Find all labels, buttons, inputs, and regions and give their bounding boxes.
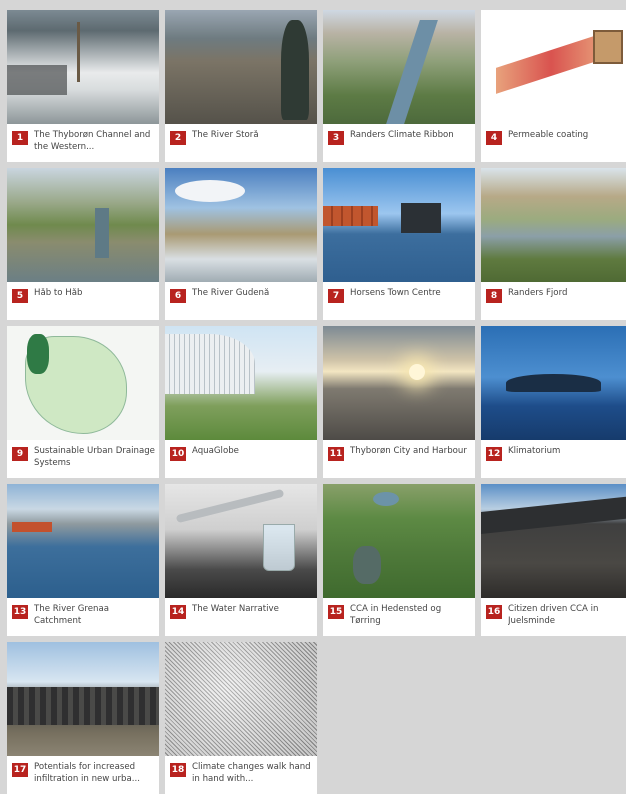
- case-card[interactable]: 4 Permeable coating: [481, 10, 626, 162]
- case-title[interactable]: The Water Narrative: [192, 604, 279, 616]
- case-card[interactable]: 6 The River Gudenå: [165, 168, 317, 320]
- case-thumbnail[interactable]: [165, 326, 317, 440]
- case-number-badge: 2: [170, 131, 186, 145]
- case-card[interactable]: 3 Randers Climate Ribbon: [323, 10, 475, 162]
- case-number-badge: 4: [486, 131, 502, 145]
- case-thumbnail[interactable]: [7, 326, 159, 440]
- case-title[interactable]: Horsens Town Centre: [350, 288, 441, 300]
- case-number-badge: 1: [12, 131, 28, 145]
- case-card[interactable]: 18 Climate changes walk hand in hand with…: [165, 642, 317, 794]
- case-title[interactable]: CCA in Hedensted og Tørring: [350, 604, 471, 627]
- case-card[interactable]: 10 AquaGlobe: [165, 326, 317, 478]
- case-title[interactable]: The River Gudenå: [192, 288, 269, 300]
- case-title[interactable]: The River Grenaa Catchment: [34, 604, 155, 627]
- case-thumbnail[interactable]: [323, 326, 475, 440]
- case-number-badge: 6: [170, 289, 186, 303]
- case-number-badge: 13: [12, 605, 28, 619]
- case-number-badge: 16: [486, 605, 502, 619]
- case-number-badge: 7: [328, 289, 344, 303]
- case-thumbnail[interactable]: [165, 642, 317, 756]
- case-thumbnail[interactable]: [481, 10, 626, 124]
- case-title[interactable]: Climate changes walk hand in hand with..…: [192, 762, 313, 785]
- case-card[interactable]: 13 The River Grenaa Catchment: [7, 484, 159, 636]
- case-card[interactable]: 9 Sustainable Urban Drainage Systems: [7, 326, 159, 478]
- case-thumbnail[interactable]: [7, 168, 159, 282]
- case-card[interactable]: 15 CCA in Hedensted og Tørring: [323, 484, 475, 636]
- case-number-badge: 5: [12, 289, 28, 303]
- case-title[interactable]: Potentials for increased infiltration in…: [34, 762, 155, 785]
- case-title[interactable]: Randers Climate Ribbon: [350, 130, 454, 142]
- case-number-badge: 18: [170, 763, 186, 777]
- case-card[interactable]: 2 The River Storå: [165, 10, 317, 162]
- case-thumbnail[interactable]: [481, 168, 626, 282]
- case-number-badge: 8: [486, 289, 502, 303]
- case-grid: 1 The Thyborøn Channel and the Western...…: [7, 10, 626, 794]
- case-card[interactable]: 8 Randers Fjord: [481, 168, 626, 320]
- case-thumbnail[interactable]: [323, 168, 475, 282]
- case-thumbnail[interactable]: [165, 10, 317, 124]
- case-title[interactable]: Thyborøn City and Harbour: [350, 446, 467, 458]
- case-card[interactable]: 11 Thyborøn City and Harbour: [323, 326, 475, 478]
- case-title[interactable]: Klimatorium: [508, 446, 560, 458]
- case-card[interactable]: 1 The Thyborøn Channel and the Western...: [7, 10, 159, 162]
- case-card[interactable]: 17 Potentials for increased infiltration …: [7, 642, 159, 794]
- case-number-badge: 3: [328, 131, 344, 145]
- case-thumbnail[interactable]: [323, 10, 475, 124]
- case-number-badge: 15: [328, 605, 344, 619]
- case-number-badge: 10: [170, 447, 186, 461]
- case-title[interactable]: The River Storå: [192, 130, 259, 142]
- case-title[interactable]: The Thyborøn Channel and the Western...: [34, 130, 155, 153]
- case-title[interactable]: Randers Fjord: [508, 288, 567, 300]
- case-thumbnail[interactable]: [323, 484, 475, 598]
- case-title[interactable]: Sustainable Urban Drainage Systems: [34, 446, 155, 469]
- case-title[interactable]: Permeable coating: [508, 130, 588, 142]
- case-number-badge: 17: [12, 763, 28, 777]
- case-thumbnail[interactable]: [7, 642, 159, 756]
- case-thumbnail[interactable]: [165, 484, 317, 598]
- case-thumbnail[interactable]: [481, 326, 626, 440]
- case-card[interactable]: 14 The Water Narrative: [165, 484, 317, 636]
- case-number-badge: 11: [328, 447, 344, 461]
- case-card[interactable]: 12 Klimatorium: [481, 326, 626, 478]
- case-thumbnail[interactable]: [7, 10, 159, 124]
- case-number-badge: 12: [486, 447, 502, 461]
- case-thumbnail[interactable]: [7, 484, 159, 598]
- case-title[interactable]: AquaGlobe: [192, 446, 239, 458]
- case-title[interactable]: Citizen driven CCA in Juelsminde: [508, 604, 626, 627]
- case-number-badge: 9: [12, 447, 28, 461]
- case-number-badge: 14: [170, 605, 186, 619]
- case-thumbnail[interactable]: [165, 168, 317, 282]
- case-title[interactable]: Håb to Håb: [34, 288, 82, 300]
- case-thumbnail[interactable]: [481, 484, 626, 598]
- case-card[interactable]: 16 Citizen driven CCA in Juelsminde: [481, 484, 626, 636]
- case-card[interactable]: 5 Håb to Håb: [7, 168, 159, 320]
- case-card[interactable]: 7 Horsens Town Centre: [323, 168, 475, 320]
